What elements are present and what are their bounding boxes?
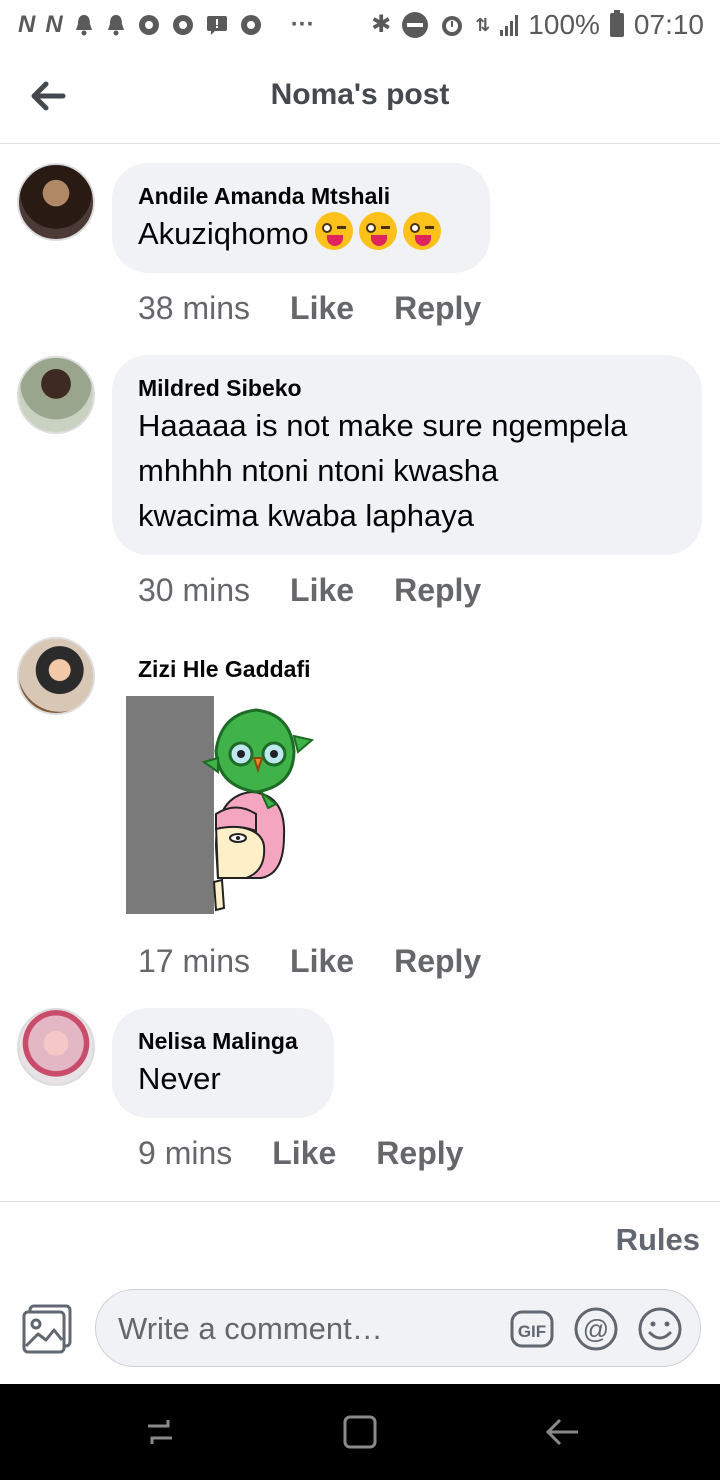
comment-input[interactable] [118, 1304, 498, 1354]
photo-icon[interactable] [20, 1300, 76, 1356]
comment-bubble[interactable]: Nelisa Malinga Never [112, 1008, 334, 1118]
like-button[interactable]: Like [272, 1135, 336, 1172]
message-icon [206, 16, 227, 35]
post-header: Noma's post [0, 50, 720, 144]
comment-text-line: kwacima kwaba laphaya [138, 498, 475, 533]
peeking-girl-with-owl-sticker[interactable] [126, 696, 326, 916]
battery-icon [609, 10, 624, 37]
do-not-disturb-icon [402, 12, 429, 38]
comment-time: 9 mins [138, 1135, 233, 1171]
comment-author[interactable]: Zizi Hle Gaddafi [138, 656, 311, 683]
comment-actions: 38 mins Like Reply [138, 290, 481, 327]
comment-time: 38 mins [138, 290, 251, 326]
emoji-icon[interactable] [637, 1306, 683, 1352]
reply-button[interactable]: Reply [394, 290, 481, 327]
bell-icon [75, 15, 92, 36]
svg-text:@: @ [583, 1314, 609, 1344]
chrome-icon [138, 15, 159, 35]
comment-text-line: Haaaaa is not make sure ngempela [138, 408, 628, 443]
comment-text: Akuziqhomo [138, 211, 464, 256]
comment-actions: 9 mins Like Reply [138, 1135, 463, 1172]
avatar[interactable] [17, 163, 95, 241]
system-nav-bar [0, 1384, 720, 1480]
like-button[interactable]: Like [290, 572, 354, 609]
svg-text:GIF: GIF [518, 1322, 546, 1341]
more-icon: ··· [290, 11, 315, 38]
winking-face-with-tongue-emoji [402, 212, 441, 250]
comment-author[interactable]: Andile Amanda Mtshali [138, 181, 464, 211]
bluetooth-icon: ✱ [371, 11, 392, 38]
system-icons: ✱ ⇅ 100% 07:10 [371, 9, 704, 41]
like-button[interactable]: Like [290, 943, 354, 980]
comment-bubble[interactable]: Andile Amanda Mtshali Akuziqhomo [112, 163, 490, 273]
alarm-icon [442, 16, 463, 36]
reply-button[interactable]: Reply [394, 943, 481, 980]
chrome-icon [172, 15, 193, 35]
winking-face-with-tongue-emoji [358, 212, 397, 250]
notification-icons: N N ··· [18, 13, 315, 37]
comment-time: 30 mins [138, 572, 251, 608]
data-icon: ⇅ [475, 15, 491, 35]
rules-link[interactable]: Rules [616, 1222, 700, 1258]
status-bar: N N ··· ✱ ⇅ 100% 07:10 [0, 0, 720, 50]
chrome-icon [240, 15, 261, 35]
nfc-icon: N [18, 11, 36, 38]
page-title: Noma's post [270, 78, 450, 111]
nfc-icon: N [45, 11, 63, 38]
comment-time: 17 mins [138, 943, 251, 979]
winking-face-with-tongue-emoji [314, 212, 353, 250]
back-icon[interactable] [542, 1412, 582, 1452]
home-icon[interactable] [340, 1412, 380, 1452]
reply-button[interactable]: Reply [394, 572, 481, 609]
recent-apps-icon[interactable] [140, 1412, 180, 1452]
comment-body: Never [138, 1061, 221, 1096]
like-button[interactable]: Like [290, 290, 354, 327]
comment-bubble[interactable]: Mildred Sibeko Haaaaa is not make sure n… [112, 355, 702, 555]
battery-percent: 100% [528, 9, 600, 40]
clock: 07:10 [633, 9, 704, 40]
comment-body: Akuziqhomo [138, 216, 309, 251]
comment-actions: 30 mins Like Reply [138, 572, 481, 609]
reply-button[interactable]: Reply [376, 1135, 463, 1172]
comment-actions: 17 mins Like Reply [138, 943, 481, 980]
avatar[interactable] [17, 1008, 95, 1086]
comment-author[interactable]: Nelisa Malinga [138, 1026, 308, 1056]
mention-icon[interactable]: @ [573, 1306, 619, 1352]
bell-icon [107, 15, 124, 36]
comment-author[interactable]: Mildred Sibeko [138, 373, 676, 403]
avatar[interactable] [17, 637, 95, 715]
signal-icon [500, 14, 519, 36]
avatar[interactable] [17, 356, 95, 434]
comment-text-line: mhhhh ntoni ntoni kwasha [138, 453, 499, 488]
gif-icon[interactable]: GIF [509, 1306, 555, 1352]
divider [0, 1201, 720, 1202]
comment-composer[interactable]: GIF @ [95, 1289, 701, 1367]
